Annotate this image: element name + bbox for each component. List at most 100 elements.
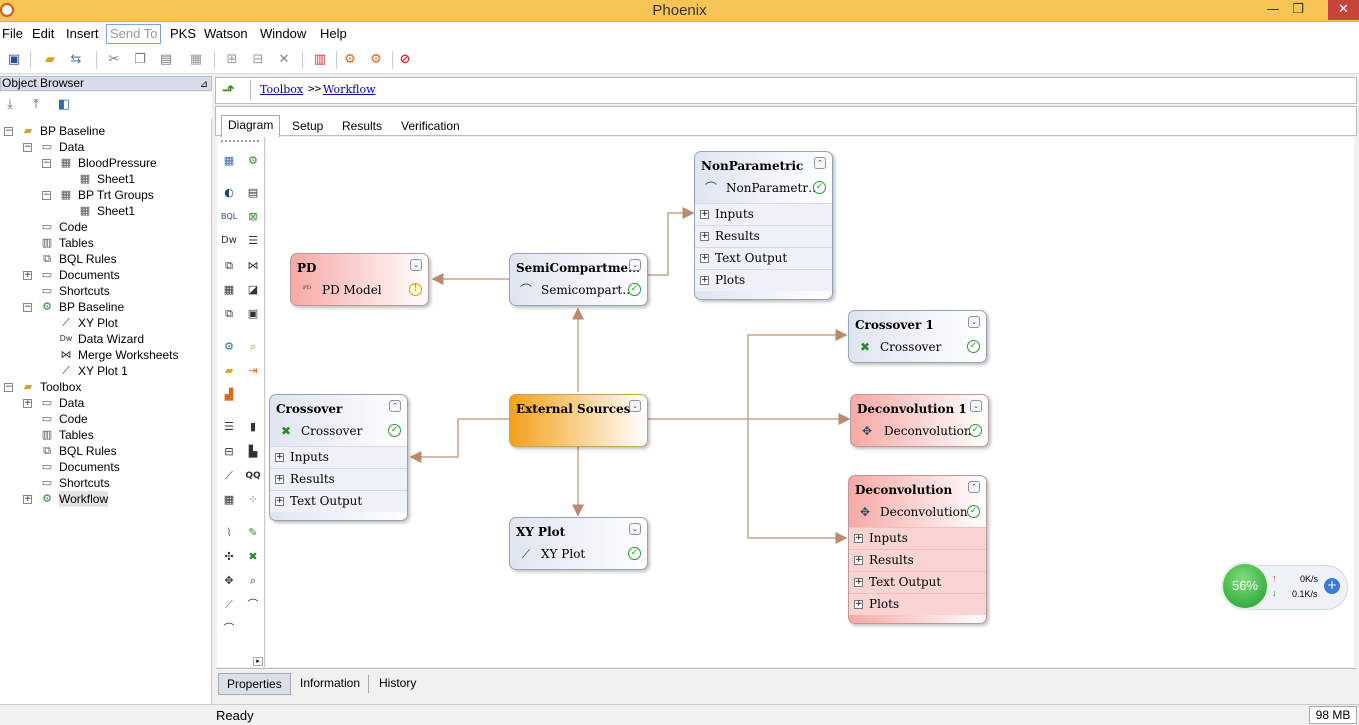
tree-item[interactable]: Documents xyxy=(59,267,120,283)
palette-scroll-icon[interactable]: ▸ xyxy=(253,657,263,666)
collapse-toggle-icon[interactable]: − xyxy=(23,303,32,312)
filter-icon[interactable]: ◧ xyxy=(56,97,72,113)
tree-item[interactable]: Data xyxy=(59,139,84,155)
row-inputs[interactable]: + Inputs xyxy=(695,203,832,225)
palette-nca-icon[interactable]: ⌒ xyxy=(245,597,261,613)
palette-circle-icon[interactable]: ◐ xyxy=(221,185,237,201)
breadcrumb-workflow[interactable]: Workflow xyxy=(323,83,375,96)
grid-icon[interactable]: ▦ xyxy=(188,52,204,68)
palette-qq-icon[interactable]: QQ xyxy=(245,468,261,484)
restore-button[interactable]: ❐ xyxy=(1283,0,1313,20)
palette-list-icon[interactable]: ☰ xyxy=(245,233,261,249)
row-results[interactable]: + Results xyxy=(695,225,832,247)
palette-deconv-icon[interactable]: ✥ xyxy=(221,573,237,589)
collapse-icon[interactable]: ⌄ xyxy=(629,259,641,271)
add-column-icon[interactable]: ⊟ xyxy=(250,52,266,68)
palette-curve-icon[interactable]: ⌇ xyxy=(221,525,237,541)
expand-toggle-icon[interactable]: + xyxy=(23,271,32,280)
palette-align-icon[interactable]: ☰ xyxy=(221,419,237,435)
palette-pen-icon[interactable]: ✎ xyxy=(245,525,261,541)
palette-dw-icon[interactable]: Dw xyxy=(221,233,237,249)
palette-chart-icon[interactable]: ▟ xyxy=(221,387,237,403)
tree-item[interactable]: BP Trt Groups xyxy=(78,187,154,203)
palette-bql-icon[interactable]: BQL xyxy=(221,209,237,225)
menu-insert[interactable]: Insert xyxy=(66,26,99,41)
cpu-usage-gauge[interactable]: 56% xyxy=(1221,562,1269,610)
palette-grid-icon[interactable]: ▦ xyxy=(221,153,237,169)
node-nonparametric[interactable]: NonParametric ⌃ ⌒ NonParametr… ✓ + Inputs… xyxy=(694,151,833,300)
palette-xy-icon[interactable]: ⟋ xyxy=(221,468,237,484)
collapse-icon[interactable]: ⌄ xyxy=(970,400,982,412)
add-row-icon[interactable]: ⊞ xyxy=(224,52,240,68)
up-arrow-icon[interactable]: ⬏ xyxy=(222,82,238,98)
tab-diagram[interactable]: Diagram xyxy=(221,115,281,137)
tree-item[interactable]: Shortcuts xyxy=(59,283,110,299)
collapse-icon[interactable]: ⌄ xyxy=(410,259,422,271)
execute-icon[interactable]: ⚙ xyxy=(342,52,358,68)
palette-copy-icon[interactable]: ⧉ xyxy=(221,258,237,274)
copy-icon[interactable]: ❐ xyxy=(132,52,148,68)
expand-toggle-icon[interactable]: + xyxy=(23,495,32,504)
tree-item[interactable]: Toolbox xyxy=(40,379,81,395)
tree-item[interactable]: BQL Rules xyxy=(59,251,117,267)
row-plots[interactable]: + Plots xyxy=(695,269,832,291)
palette-trend-icon[interactable]: ⟋ xyxy=(221,597,237,613)
pin-icon[interactable]: ⊿ xyxy=(200,78,208,91)
palette-table-icon[interactable]: ▤ xyxy=(245,185,261,201)
collapse-icon[interactable]: ⌄ xyxy=(968,316,980,328)
node-semicompartmental[interactable]: SemiCompartme… ⌄ ⌒ Semicompart… ✓ xyxy=(509,253,648,306)
node-xy-plot[interactable]: XY Plot ⌄ ⟋ XY Plot ✓ xyxy=(509,517,648,570)
tree-item[interactable]: Merge Worksheets xyxy=(78,347,178,363)
collapse-toggle-icon[interactable]: − xyxy=(42,159,51,168)
report-icon[interactable]: ▥ xyxy=(312,52,328,68)
breadcrumb-toolbox[interactable]: Toolbox xyxy=(260,83,303,96)
tree-item[interactable]: BQL Rules xyxy=(59,443,117,459)
tree-item[interactable]: Data Wizard xyxy=(78,331,144,347)
menu-file[interactable]: File xyxy=(2,26,23,41)
palette-histogram-icon[interactable]: ▙ xyxy=(245,444,261,460)
row-plots[interactable]: + Plots xyxy=(849,593,986,615)
tree-item[interactable]: XY Plot xyxy=(78,315,118,331)
tab-properties[interactable]: Properties xyxy=(218,673,291,695)
node-deconvolution-1[interactable]: Deconvolution 1 ⌄ ✥ Deconvolution ✓ xyxy=(850,394,989,447)
palette-merge-icon[interactable]: ⋈ xyxy=(245,258,261,274)
palette-semi-icon[interactable]: ⌒ xyxy=(221,621,237,637)
delete-icon[interactable]: ✕ xyxy=(276,52,292,68)
row-text-output[interactable]: + Text Output xyxy=(695,247,832,269)
menu-pks[interactable]: PKS xyxy=(170,26,196,41)
palette-folder-icon[interactable]: ▰ xyxy=(221,363,237,379)
tree-item[interactable]: BloodPressure xyxy=(78,155,157,171)
palette-pages-icon[interactable]: ⧉ xyxy=(221,306,237,322)
palette-tool-icon[interactable]: ✣ xyxy=(221,549,237,565)
palette-boxplot-icon[interactable]: ⊟ xyxy=(221,444,237,460)
row-results[interactable]: + Results xyxy=(270,468,407,490)
tree-item[interactable]: Code xyxy=(59,411,88,427)
row-inputs[interactable]: + Inputs xyxy=(849,527,986,549)
collapse-toggle-icon[interactable]: − xyxy=(4,383,13,392)
plus-icon[interactable]: + xyxy=(1324,578,1340,594)
palette-matrix-icon[interactable]: ▦ xyxy=(221,492,237,508)
tree-item[interactable]: Data xyxy=(59,395,84,411)
row-text-output[interactable]: + Text Output xyxy=(270,490,407,512)
tree-item[interactable]: Sheet1 xyxy=(97,171,135,187)
palette-crossover-icon[interactable]: ✖ xyxy=(245,549,261,565)
node-external-sources[interactable]: External Sources ⌄ xyxy=(509,394,648,447)
collapse-toggle-icon[interactable]: − xyxy=(4,127,13,136)
menu-watson[interactable]: Watson xyxy=(204,26,248,41)
menu-edit[interactable]: Edit xyxy=(32,26,54,41)
menu-help[interactable]: Help xyxy=(320,26,347,41)
palette-search-icon[interactable]: ⌕ xyxy=(245,339,261,355)
tree-item[interactable]: Code xyxy=(59,219,88,235)
collapse-icon[interactable]: ⌄ xyxy=(629,400,641,412)
tree-item[interactable]: BP Baseline xyxy=(59,299,124,315)
cut-icon[interactable]: ✂ xyxy=(106,52,122,68)
tree-item[interactable]: Workflow xyxy=(59,491,109,507)
save-icon[interactable]: ▣ xyxy=(6,52,22,68)
row-inputs[interactable]: + Inputs xyxy=(270,446,407,468)
tree-item[interactable]: Tables xyxy=(59,235,94,251)
row-results[interactable]: + Results xyxy=(849,549,986,571)
palette-gear-icon[interactable]: ⚙ xyxy=(245,153,261,169)
close-button[interactable]: ✕ xyxy=(1328,0,1359,20)
menu-window[interactable]: Window xyxy=(260,26,306,41)
palette-excel-icon[interactable]: ⊠ xyxy=(245,209,261,225)
